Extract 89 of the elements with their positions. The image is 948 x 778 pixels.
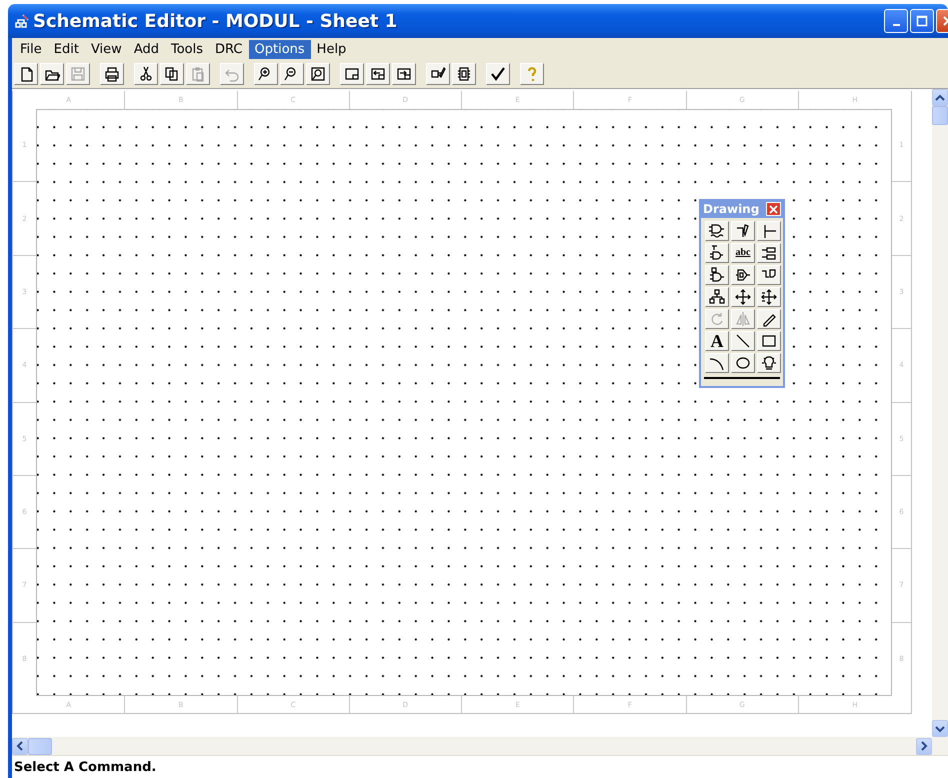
pinpen-icon <box>735 223 751 239</box>
scroll-thumb[interactable] <box>932 106 948 125</box>
hierarchy-icon <box>709 289 725 305</box>
sheetprev-button[interactable] <box>366 63 390 85</box>
offpage-tool-button[interactable] <box>757 265 781 285</box>
line-icon <box>735 333 751 349</box>
close-icon <box>769 204 778 214</box>
gatein-icon <box>709 267 725 283</box>
text-tool-button[interactable]: A <box>705 331 729 351</box>
menu-item[interactable]: Help <box>310 40 352 58</box>
new-button[interactable] <box>14 63 38 85</box>
zoomin-button[interactable] <box>254 63 278 85</box>
gatebus-tool-button[interactable] <box>705 221 729 241</box>
gatebox-icon <box>735 267 751 283</box>
chevron-up-icon <box>935 94 945 102</box>
nettag-tool-button[interactable] <box>757 243 781 263</box>
circle-tool-button[interactable] <box>731 353 755 373</box>
line-tool-button[interactable] <box>731 331 755 351</box>
movemulti-icon <box>761 289 777 305</box>
chevron-down-icon <box>935 724 945 732</box>
menu-item[interactable]: DRC <box>209 40 248 58</box>
status-text: Select A Command. <box>14 760 156 774</box>
component-icon <box>456 66 472 82</box>
minimize-icon <box>892 24 900 26</box>
scroll-down-button[interactable] <box>932 720 948 737</box>
save-icon <box>70 66 86 82</box>
chevron-right-icon <box>920 741 928 751</box>
palette-title: Drawing <box>703 202 760 216</box>
scroll-right-button[interactable] <box>916 738 932 754</box>
menu-item[interactable]: Edit <box>48 40 85 58</box>
maximize-button[interactable] <box>910 9 934 33</box>
vertical-scrollbar[interactable] <box>932 89 948 737</box>
pinpen-tool-button[interactable] <box>731 221 755 241</box>
minimize-button[interactable] <box>884 9 908 33</box>
scroll-up-button[interactable] <box>932 89 948 106</box>
rotate-icon <box>709 311 725 327</box>
chevron-left-icon <box>16 741 24 751</box>
sheetnext-icon <box>396 66 412 82</box>
arc-tool-button[interactable] <box>705 353 729 373</box>
menu-item[interactable]: View <box>84 40 128 58</box>
cut-icon <box>138 66 154 82</box>
tee-tool-button[interactable] <box>757 221 781 241</box>
copy-icon <box>164 66 180 82</box>
nettag-icon <box>761 245 777 261</box>
app-icon <box>14 13 30 29</box>
labelgate-tool-button[interactable] <box>705 243 729 263</box>
mirror-icon <box>735 311 751 327</box>
rect-icon <box>761 333 777 349</box>
sheetprev-icon <box>370 66 386 82</box>
print-icon <box>104 66 120 82</box>
menu-item[interactable]: Add <box>128 40 165 58</box>
zoomfit-button[interactable] <box>306 63 330 85</box>
move-tool-button[interactable] <box>731 287 755 307</box>
menu-item[interactable]: Options <box>248 40 311 58</box>
scroll-left-button[interactable] <box>12 738 28 754</box>
zoomfit-icon <box>310 66 326 82</box>
pencil-tool-button[interactable] <box>757 309 781 329</box>
check-icon <box>490 66 506 82</box>
gatein-tool-button[interactable] <box>705 265 729 285</box>
open-button[interactable] <box>40 63 64 85</box>
horizontal-scrollbar[interactable] <box>12 737 948 755</box>
sheetnext-button[interactable] <box>392 63 416 85</box>
bulb-icon <box>761 355 777 371</box>
help-button[interactable] <box>520 63 544 85</box>
labelgate-icon <box>709 245 725 261</box>
rect-tool-button[interactable] <box>757 331 781 351</box>
zoomout-button[interactable] <box>280 63 304 85</box>
cut-button[interactable] <box>134 63 158 85</box>
maximize-icon <box>916 15 928 27</box>
close-button[interactable] <box>766 202 781 216</box>
movemulti-tool-button[interactable] <box>757 287 781 307</box>
menu-item[interactable]: File <box>14 40 48 58</box>
paste-icon <box>190 66 206 82</box>
component-button[interactable] <box>452 63 476 85</box>
bulb-tool-button[interactable] <box>757 353 781 373</box>
text-tool-button[interactable]: abc <box>731 243 755 263</box>
sheet-icon <box>344 66 360 82</box>
check-button[interactable] <box>486 63 510 85</box>
hierarchy-tool-button[interactable] <box>705 287 729 307</box>
gatebus-icon <box>709 223 725 239</box>
scroll-thumb[interactable] <box>28 738 52 754</box>
editpart-button[interactable] <box>426 63 450 85</box>
window-title: Schematic Editor - MODUL - Sheet 1 <box>33 10 398 32</box>
move-icon <box>735 289 751 305</box>
print-button[interactable] <box>100 63 124 85</box>
copy-button[interactable] <box>160 63 184 85</box>
sheet-button[interactable] <box>340 63 364 85</box>
gatebox-tool-button[interactable] <box>731 265 755 285</box>
menu-item[interactable]: Tools <box>164 40 210 58</box>
